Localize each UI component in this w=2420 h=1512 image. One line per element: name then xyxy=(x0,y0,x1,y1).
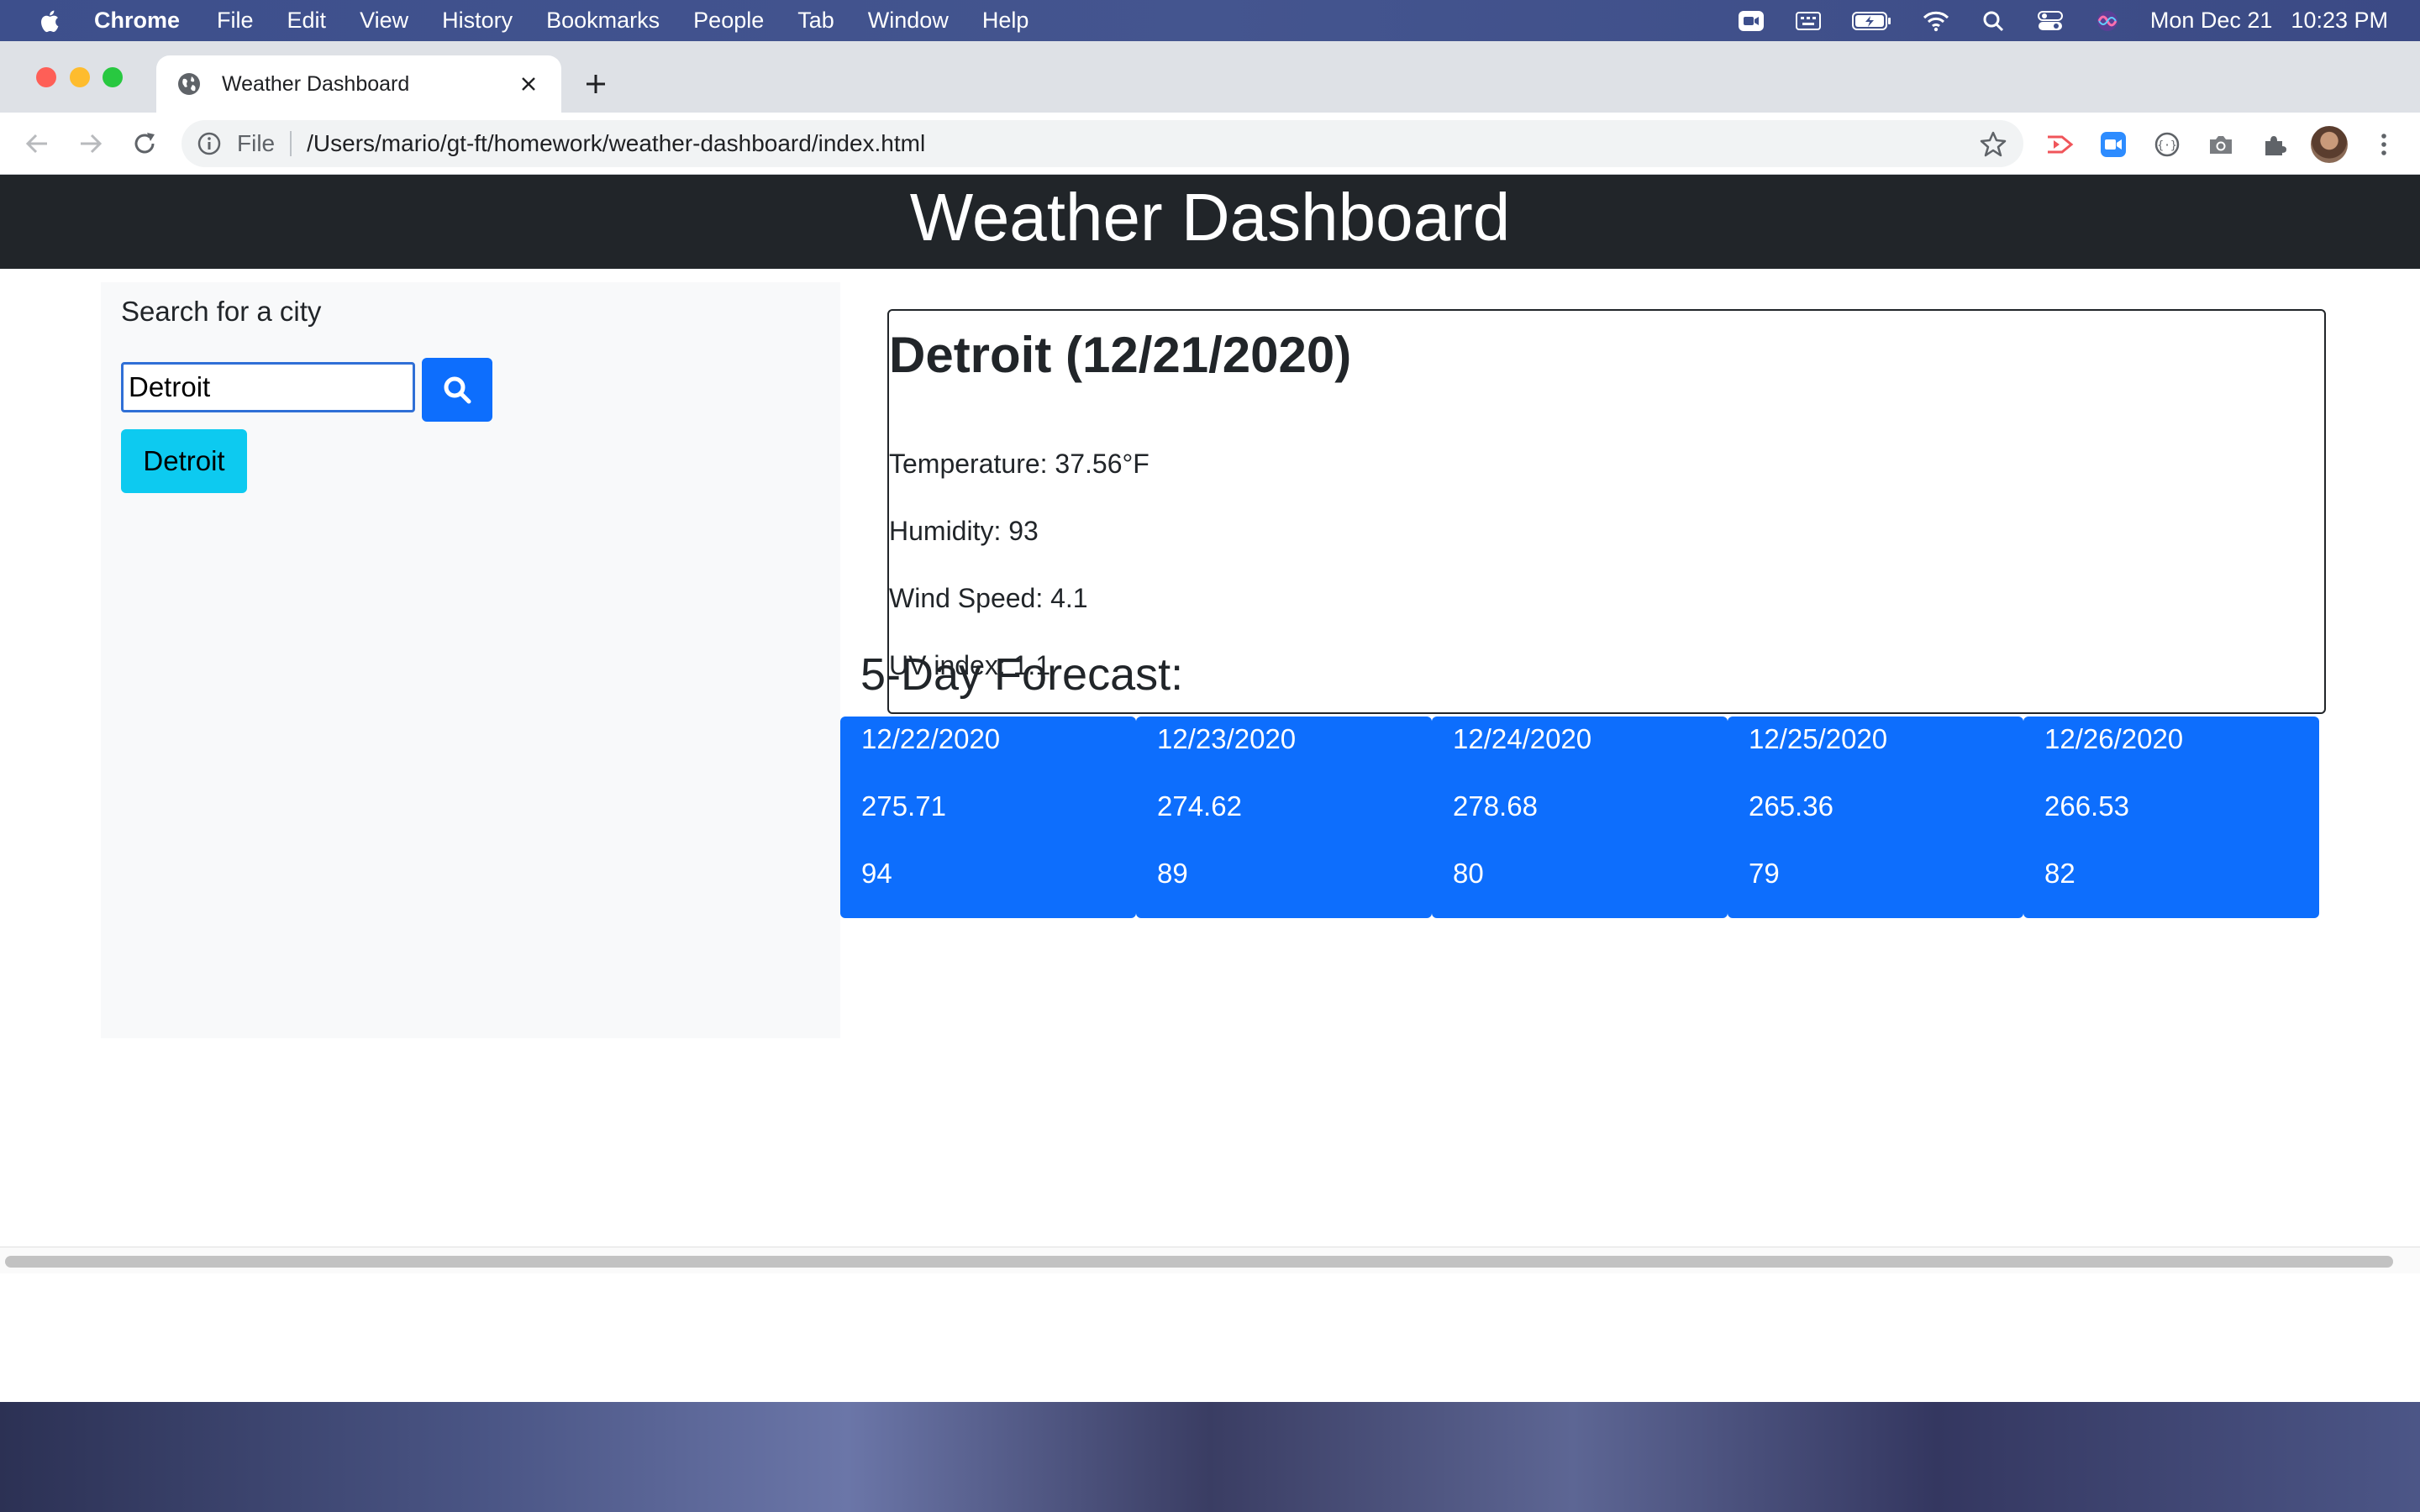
star-icon[interactable] xyxy=(1980,130,2007,157)
forecast-date: 12/23/2020 xyxy=(1157,723,1297,754)
current-city-title: Detroit (12/21/2020) xyxy=(889,327,1352,383)
apple-icon[interactable] xyxy=(37,8,60,34)
forecast-temperature: 265.36 xyxy=(1749,790,1833,822)
clock-time: 10:23 PM xyxy=(2291,8,2388,33)
city-search-input[interactable] xyxy=(121,362,415,412)
page-header: Weather Dashboard xyxy=(0,175,2420,269)
forecast-card: 12/26/2020 266.53 82 xyxy=(2023,717,2319,918)
keyboard-icon[interactable] xyxy=(1794,10,1823,32)
search-label: Search for a city xyxy=(121,296,322,327)
forecast-temperature: 266.53 xyxy=(2044,790,2129,822)
wifi-icon[interactable] xyxy=(1922,10,1950,32)
url-separator xyxy=(290,131,292,156)
cast-extension-icon[interactable] xyxy=(2045,130,2074,159)
globe-icon xyxy=(178,73,200,95)
menu-edit[interactable]: Edit xyxy=(287,8,327,34)
history-city-button[interactable]: Detroit xyxy=(121,429,247,493)
address-bar[interactable]: File /Users/mario/gt-ft/homework/weather… xyxy=(182,120,2023,167)
forecast-card: 12/24/2020 278.68 80 xyxy=(1432,717,1728,918)
menu-icon[interactable] xyxy=(2370,130,2398,159)
menu-people[interactable]: People xyxy=(693,8,764,34)
menubar-clock[interactable]: Mon Dec 21 10:23 PM xyxy=(2150,8,2388,34)
plus-icon[interactable] xyxy=(581,70,610,98)
control-center-icon[interactable] xyxy=(2036,10,2065,32)
forecast-humidity: 80 xyxy=(1453,858,1484,889)
svg-text:{·}: {·} xyxy=(2157,139,2176,152)
browser-toolbar: File /Users/mario/gt-ft/homework/weather… xyxy=(0,113,2420,175)
browser-window: Weather Dashboard File /Users/mario/gt-f… xyxy=(0,41,2420,1402)
spotlight-search-icon[interactable] xyxy=(1979,10,2007,32)
menu-bar: Chrome File Edit View History Bookmarks … xyxy=(0,0,2420,41)
back-icon[interactable] xyxy=(22,129,52,159)
forecast-humidity: 82 xyxy=(2044,858,2075,889)
current-humidity: Humidity: 93 xyxy=(889,516,1039,546)
tab-strip: Weather Dashboard xyxy=(0,41,2420,113)
menu-history[interactable]: History xyxy=(442,8,513,34)
search-icon xyxy=(444,376,471,404)
page-viewport: Weather Dashboard Search for a city Detr… xyxy=(0,175,2420,1380)
current-wind-speed: Wind Speed: 4.1 xyxy=(889,583,1088,613)
forecast-date: 12/24/2020 xyxy=(1453,723,1592,754)
forecast-humidity: 79 xyxy=(1749,858,1780,889)
forecast-date: 12/26/2020 xyxy=(2044,723,2184,754)
siri-icon[interactable] xyxy=(2093,10,2122,32)
window-zoom-button[interactable] xyxy=(103,67,123,87)
menu-tab[interactable]: Tab xyxy=(797,8,834,34)
menu-file[interactable]: File xyxy=(217,8,254,34)
current-temperature: Temperature: 37.56°F xyxy=(889,449,1150,479)
menu-bookmarks[interactable]: Bookmarks xyxy=(546,8,660,34)
info-icon[interactable] xyxy=(197,131,222,156)
code-extension-icon[interactable]: {·} xyxy=(2153,130,2181,159)
camera-icon[interactable] xyxy=(2207,130,2235,159)
forecast-humidity: 89 xyxy=(1157,858,1188,889)
zoom-icon[interactable] xyxy=(1737,10,1765,32)
extensions-icon[interactable] xyxy=(2260,130,2289,159)
forecast-temperature: 275.71 xyxy=(861,790,946,822)
horizontal-scrollbar[interactable] xyxy=(0,1247,2420,1273)
profile-avatar[interactable] xyxy=(2311,126,2348,163)
url-text[interactable]: /Users/mario/gt-ft/homework/weather-dash… xyxy=(307,130,1980,157)
tab-weather-dashboard[interactable]: Weather Dashboard xyxy=(156,55,561,113)
forecast-date: 12/22/2020 xyxy=(861,723,1001,754)
forecast-temperature: 278.68 xyxy=(1453,790,1538,822)
clock-day: Mon Dec 21 xyxy=(2149,8,2273,33)
search-sidebar: Search for a city Detroit xyxy=(101,282,840,1038)
menu-view[interactable]: View xyxy=(360,8,408,34)
menu-app-name[interactable]: Chrome xyxy=(94,8,180,34)
scrollbar-thumb[interactable] xyxy=(5,1256,2393,1268)
tab-title: Weather Dashboard xyxy=(222,71,410,96)
forecast-heading: 5-Day Forecast: xyxy=(860,649,1184,700)
desktop-wallpaper xyxy=(0,1394,2420,1512)
forecast-date: 12/25/2020 xyxy=(1749,723,1888,754)
battery-icon[interactable] xyxy=(1851,10,1893,32)
page-title: Weather Dashboard xyxy=(909,180,1511,255)
zoom-extension-icon[interactable] xyxy=(2099,130,2128,159)
menu-window[interactable]: Window xyxy=(868,8,949,34)
status-area: Mon Dec 21 10:23 PM xyxy=(1708,0,2388,41)
forecast-row: 12/22/2020 275.71 94 12/23/2020 274.62 8… xyxy=(840,717,2319,918)
forecast-temperature: 274.62 xyxy=(1157,790,1242,822)
menu-help[interactable]: Help xyxy=(982,8,1029,34)
close-icon[interactable] xyxy=(518,73,539,95)
forecast-card: 12/22/2020 275.71 94 xyxy=(840,717,1136,918)
forecast-card: 12/25/2020 265.36 79 xyxy=(1728,717,2023,918)
forward-icon[interactable] xyxy=(76,129,106,159)
forecast-humidity: 94 xyxy=(861,858,892,889)
window-minimize-button[interactable] xyxy=(70,67,90,87)
forecast-card: 12/23/2020 274.62 89 xyxy=(1136,717,1432,918)
window-close-button[interactable] xyxy=(36,67,56,87)
reload-icon[interactable] xyxy=(129,129,160,159)
url-scheme-label: File xyxy=(237,130,276,156)
search-button[interactable] xyxy=(422,358,492,422)
